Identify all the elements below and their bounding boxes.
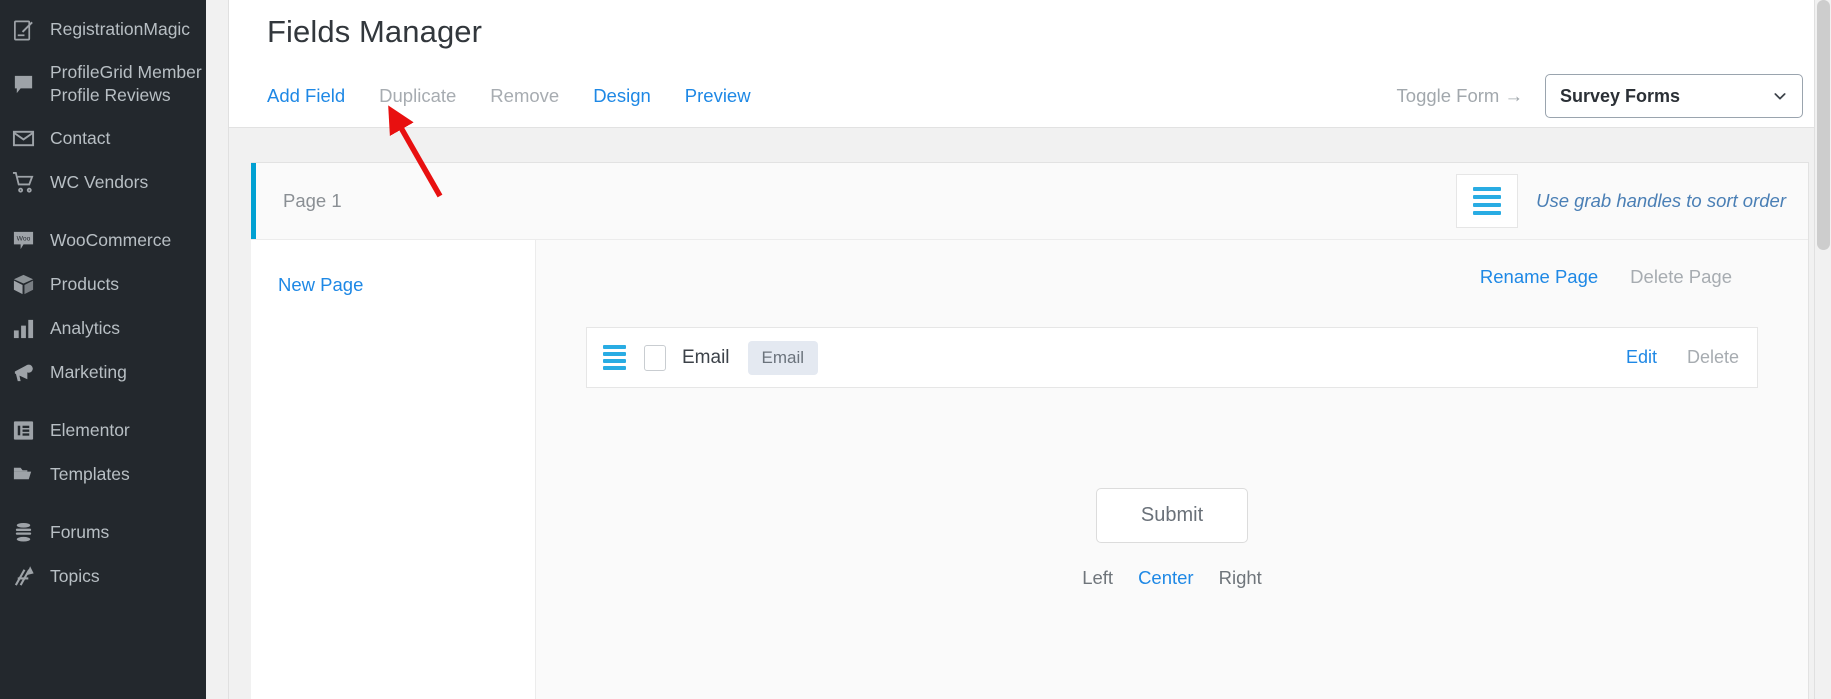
- page-actions: Rename Page Delete Page: [586, 266, 1758, 288]
- sidebar-item-label: Topics: [50, 565, 100, 586]
- fields-toolbar: Add Field Duplicate Remove Design Previe…: [267, 74, 1803, 118]
- folder-icon: [10, 461, 36, 487]
- box-icon: [10, 271, 36, 297]
- app-root: RegistrationMagic ProfileGrid Member Pro…: [0, 0, 1831, 699]
- field-actions: Edit Delete: [1626, 347, 1739, 368]
- megaphone-icon: [10, 359, 36, 385]
- field-type-badge: Email: [747, 340, 819, 375]
- elementor-icon: [10, 417, 36, 443]
- page-title: Fields Manager: [267, 14, 483, 49]
- page-scrollbar[interactable]: [1814, 0, 1831, 699]
- svg-text:Woo: Woo: [16, 235, 30, 242]
- sidebar-item-label: WC Vendors: [50, 171, 149, 192]
- page-tab-bar-inner: Page 1 Use grab handles to sort order: [256, 163, 1808, 239]
- sidebar-item-wc-vendors[interactable]: WC Vendors: [0, 160, 206, 204]
- toolbar-add-field-button[interactable]: Add Field: [267, 85, 345, 107]
- toolbar-remove-button[interactable]: Remove: [490, 85, 559, 107]
- sidebar-item-forums[interactable]: Forums: [0, 510, 206, 554]
- sidebar-item-products[interactable]: Products: [0, 262, 206, 306]
- sidebar-item-label: Products: [50, 273, 120, 294]
- registration-magic-icon: [10, 17, 36, 43]
- topics-icon: [10, 563, 36, 589]
- field-row[interactable]: Email Email Edit Delete: [586, 327, 1758, 388]
- sidebar-item-label: Marketing: [50, 361, 127, 382]
- fields-pane: Rename Page Delete Page Email Email Edit…: [536, 240, 1808, 699]
- sidebar-item-registrationmagic[interactable]: RegistrationMagic: [0, 8, 206, 52]
- toolbar-duplicate-button[interactable]: Duplicate: [379, 85, 456, 107]
- sidebar-item-templates[interactable]: Templates: [0, 452, 206, 496]
- cart-icon: [10, 169, 36, 195]
- builder-content: Page 1 Use grab handles to sort order Ne…: [229, 128, 1831, 699]
- submit-section: Submit Left Center Right: [586, 488, 1758, 589]
- new-page-button[interactable]: New Page: [278, 274, 363, 295]
- toolbar-design-button[interactable]: Design: [593, 85, 651, 107]
- sidebar-item-label: Forums: [50, 521, 110, 542]
- field-delete-button[interactable]: Delete: [1687, 347, 1739, 368]
- page-gutter: [206, 0, 228, 699]
- sidebar-item-label: WooCommerce: [50, 229, 172, 250]
- bar-chart-icon: [10, 315, 36, 341]
- toolbar-links: Add Field Duplicate Remove Design Previe…: [267, 85, 751, 107]
- sidebar-item-marketing[interactable]: Marketing: [0, 350, 206, 394]
- delete-page-button[interactable]: Delete Page: [1630, 266, 1732, 288]
- sidebar-item-label: Contact: [50, 127, 111, 148]
- comment-icon: [10, 71, 36, 97]
- grab-handle-area: Use grab handles to sort order: [1456, 174, 1786, 228]
- sidebar-item-label: Templates: [50, 463, 130, 484]
- admin-sidebar: RegistrationMagic ProfileGrid Member Pro…: [0, 0, 206, 699]
- page-header: Fields Manager Add Field Duplicate Remov…: [229, 0, 1831, 128]
- page-tab-bar: Page 1 Use grab handles to sort order: [251, 163, 1808, 240]
- envelope-icon: [10, 125, 36, 151]
- sidebar-item-label: Elementor: [50, 419, 130, 440]
- field-edit-button[interactable]: Edit: [1626, 347, 1657, 368]
- toolbar-preview-button[interactable]: Preview: [685, 85, 751, 107]
- sidebar-item-analytics[interactable]: Analytics: [0, 306, 206, 350]
- grab-handle-icon: [1473, 187, 1502, 215]
- builder-body: New Page Rename Page Delete Page Email E…: [251, 240, 1808, 699]
- pages-pane: New Page: [251, 240, 536, 699]
- sidebar-item-contact[interactable]: Contact: [0, 116, 206, 160]
- main-content: Fields Manager Add Field Duplicate Remov…: [228, 0, 1831, 699]
- page-grab-handle[interactable]: [1456, 174, 1519, 228]
- sidebar-item-elementor[interactable]: Elementor: [0, 408, 206, 452]
- page-tab-label[interactable]: Page 1: [283, 190, 342, 212]
- align-left-button[interactable]: Left: [1082, 567, 1113, 589]
- toolbar-right-group: Toggle Form → Survey Forms: [1397, 74, 1803, 118]
- toggle-form-button[interactable]: Toggle Form →: [1397, 85, 1523, 107]
- forums-icon: [10, 519, 36, 545]
- scrollbar-thumb[interactable]: [1817, 0, 1830, 250]
- align-right-button[interactable]: Right: [1219, 567, 1262, 589]
- field-label: Email: [682, 346, 730, 368]
- form-select-dropdown[interactable]: Survey Forms: [1545, 74, 1803, 118]
- align-center-button[interactable]: Center: [1138, 567, 1194, 589]
- sidebar-item-profilegrid-member-profile-reviews[interactable]: ProfileGrid Member Profile Reviews: [0, 52, 206, 116]
- sidebar-item-label: RegistrationMagic: [50, 19, 191, 40]
- submit-alignment-options: Left Center Right: [1082, 567, 1262, 589]
- sidebar-item-label: Analytics: [50, 317, 121, 338]
- rename-page-button[interactable]: Rename Page: [1480, 266, 1598, 288]
- chevron-down-icon: [1772, 88, 1788, 104]
- sidebar-item-label: ProfileGrid Member Profile Reviews: [50, 62, 202, 106]
- submit-button[interactable]: Submit: [1095, 488, 1249, 543]
- sidebar-item-woocommerce[interactable]: Woo WooCommerce: [0, 218, 206, 262]
- form-builder-panel: Page 1 Use grab handles to sort order Ne…: [251, 162, 1809, 699]
- field-select-checkbox[interactable]: [644, 344, 666, 371]
- sidebar-item-topics[interactable]: Topics: [0, 554, 206, 598]
- form-select-value: Survey Forms: [1560, 85, 1681, 106]
- woocommerce-icon: Woo: [10, 227, 36, 253]
- grab-handle-hint: Use grab handles to sort order: [1536, 190, 1786, 211]
- grab-handle-icon[interactable]: [603, 345, 626, 370]
